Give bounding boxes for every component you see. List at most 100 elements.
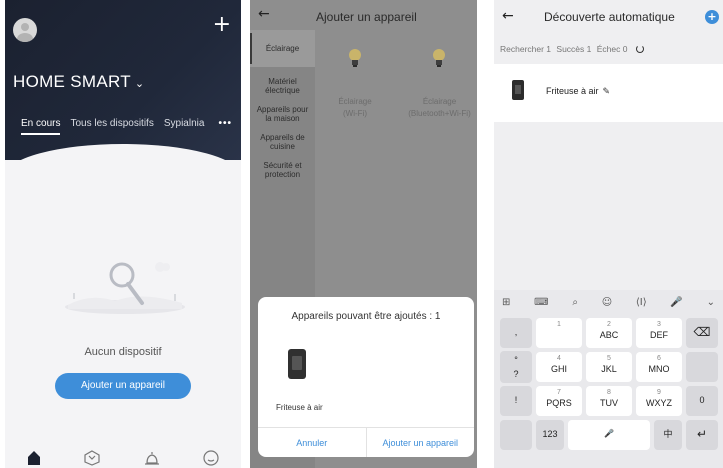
key-blank[interactable] — [686, 352, 718, 382]
tab-en-cours[interactable]: En cours — [21, 118, 61, 135]
key-exclamation[interactable]: ! — [500, 386, 532, 416]
key-letters: PQRS — [546, 398, 572, 408]
backspace-key[interactable]: ⌫ — [686, 318, 718, 348]
numeric-toggle-key[interactable]: 123 — [536, 420, 564, 450]
key-comma[interactable]: , — [500, 318, 532, 348]
key-blank-left[interactable] — [500, 420, 532, 450]
device-option-lighting-wifi[interactable]: Éclairage (Wi-Fi) — [330, 96, 380, 120]
key-9[interactable]: 9 WXYZ — [636, 386, 682, 416]
sheet-title: Appareils pouvant être ajoutés : 1 — [291, 311, 441, 322]
key-6[interactable]: 6 MNO — [636, 352, 682, 382]
edit-pencil-icon[interactable]: ✎ — [603, 86, 611, 96]
device-option-lighting-ble[interactable]: Éclairage (Bluetooth+Wi-Fi) — [402, 96, 477, 120]
add-circle-icon[interactable]: + — [705, 10, 719, 24]
microphone-icon[interactable]: 🎤 — [670, 297, 682, 308]
key-4[interactable]: 4 GHI — [536, 352, 582, 382]
home-screen: + HOME SMART ⌄ En cours Tous les disposit… — [5, 0, 241, 468]
sidebar-item-home-appliances[interactable]: Appareils pour la maison — [250, 95, 315, 123]
device-name: Friteuse à air — [546, 86, 599, 96]
key-letters: MNO — [648, 364, 670, 374]
key-number: 1 — [557, 321, 561, 328]
chevron-down-icon: ⌄ — [134, 78, 145, 90]
key-0[interactable]: 0 — [686, 386, 718, 416]
empty-state-text: Aucun dispositif — [84, 346, 162, 358]
air-fryer-icon — [512, 80, 524, 100]
success-count: Succès 1 — [556, 44, 592, 54]
key-number: 4 — [557, 355, 561, 362]
sidebar-item-kitchen[interactable]: Appareils de cuisine — [250, 123, 315, 151]
key-letters: GHI — [550, 364, 567, 374]
key-3[interactable]: 3 DEF — [636, 318, 682, 348]
key-number: 2 — [607, 321, 611, 328]
discovery-stats: Rechercher 1 Succès 1 Échec 0 — [500, 44, 647, 54]
avatar[interactable] — [13, 18, 37, 42]
bulb-icon[interactable] — [432, 48, 446, 68]
key-2[interactable]: 2 ABC — [586, 318, 632, 348]
device-option-sub: (Bluetooth+Wi-Fi) — [408, 109, 471, 118]
tab-all-devices[interactable]: Tous les dispositifs — [70, 118, 153, 135]
page-title: Ajouter un appareil — [316, 10, 417, 24]
language-key[interactable]: 中 — [654, 420, 682, 450]
discovery-header: ← Découverte automatique + Rechercher 1 … — [494, 0, 723, 64]
cursor-icon[interactable]: ⟨I⟩ — [636, 297, 647, 308]
bottom-navigation — [5, 450, 241, 468]
collapse-keyboard-icon[interactable]: ⌄ — [707, 297, 715, 308]
device-option-name: Éclairage — [422, 97, 457, 106]
space-key[interactable]: 🎤 — [568, 420, 650, 450]
key-letters: ABC — [599, 330, 619, 340]
keyboard-toolbar: ⊞ ⌨ ⌕ ☺ ⟨I⟩ 🎤 ⌄ — [494, 290, 723, 314]
notification-bell-icon[interactable] — [144, 450, 160, 468]
device-name-field[interactable]: Friteuse à air ✎ — [546, 86, 610, 97]
room-tabs: En cours Tous les dispositifs Sypialnia … — [21, 118, 232, 135]
key-7[interactable]: 7 PQRS — [536, 386, 582, 416]
key-letters: WXYZ — [646, 398, 672, 408]
sheet-actions: Annuler Ajouter un appareil — [258, 427, 474, 457]
search-count: Rechercher 1 — [500, 44, 552, 54]
add-device-header: ← Ajouter un appareil — [250, 0, 477, 30]
search-icon[interactable]: ⌕ — [572, 297, 578, 308]
sidebar-item-security[interactable]: Sécurité et protection — [250, 151, 315, 179]
home-header: + HOME SMART ⌄ En cours Tous les disposit… — [5, 0, 241, 176]
back-arrow-icon[interactable]: ← — [502, 8, 514, 24]
back-arrow-icon[interactable]: ← — [258, 6, 270, 22]
sidebar-item-electrical[interactable]: Matériel électrique — [250, 67, 315, 95]
air-fryer-icon[interactable] — [288, 349, 306, 379]
add-device-button[interactable]: Ajouter un appareil — [55, 373, 191, 399]
numeric-keyboard: ⊞ ⌨ ⌕ ☺ ⟨I⟩ 🎤 ⌄ , ° ? ! 1 2 ABC 3 DEF ⌫ 4 G… — [494, 290, 723, 468]
home-icon[interactable] — [27, 450, 41, 468]
tab-sypialnia[interactable]: Sypialnia — [164, 118, 205, 135]
key-question: ? — [513, 369, 519, 379]
device-option-name: Éclairage — [338, 97, 372, 106]
key-letters: JKL — [601, 364, 617, 374]
key-1[interactable]: 1 — [536, 318, 582, 348]
sheet-device-name: Friteuse à air — [276, 403, 323, 412]
home-selector[interactable]: HOME SMART ⌄ — [13, 72, 144, 92]
auto-discovery-screen: ← Découverte automatique + Rechercher 1 … — [494, 0, 723, 468]
key-5[interactable]: 5 JKL — [586, 352, 632, 382]
cancel-button[interactable]: Annuler — [258, 428, 367, 457]
sidebar-item-lighting[interactable]: Éclairage — [250, 30, 315, 67]
key-symbols[interactable]: ° ? — [500, 351, 532, 383]
discovered-devices-sheet: Appareils pouvant être ajoutés : 1 Frite… — [258, 297, 474, 457]
key-number: 6 — [657, 355, 661, 362]
refresh-icon[interactable] — [635, 45, 644, 53]
add-icon[interactable]: + — [213, 14, 231, 36]
empty-state-illustration — [65, 262, 185, 314]
bulb-icon[interactable] — [348, 48, 362, 68]
key-8[interactable]: 8 TUV — [586, 386, 632, 416]
profile-icon[interactable] — [203, 450, 219, 468]
emoji-icon[interactable]: ☺ — [602, 297, 612, 308]
key-number: 9 — [657, 389, 661, 396]
page-title: Découverte automatique — [544, 10, 675, 24]
add-device-screen: ← Ajouter un appareil Éclairage Matériel… — [250, 0, 477, 468]
discovered-device-row[interactable]: Friteuse à air ✎ — [494, 64, 723, 122]
device-option-sub: (Wi-Fi) — [343, 109, 367, 118]
key-number: 7 — [557, 389, 561, 396]
more-tabs-icon[interactable]: ••• — [218, 118, 232, 135]
add-device-confirm-button[interactable]: Ajouter un appareil — [367, 428, 475, 457]
keyboard-icon[interactable]: ⌨ — [534, 297, 548, 308]
grid-icon[interactable]: ⊞ — [502, 297, 510, 308]
scene-icon[interactable] — [84, 450, 100, 468]
enter-key[interactable]: ↵ — [686, 420, 718, 450]
key-number: 5 — [607, 355, 611, 362]
